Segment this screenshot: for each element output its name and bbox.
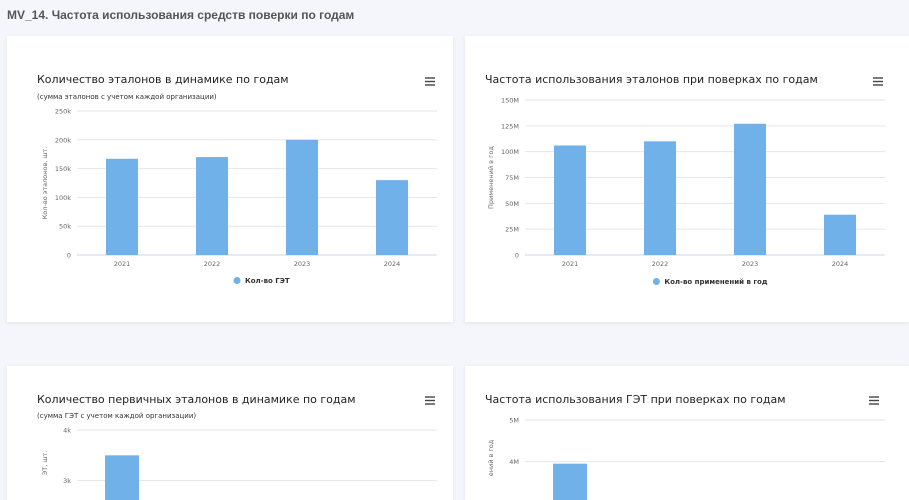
x-tick-label: 2024 [832, 260, 849, 268]
legend-item[interactable]: Кол-во ГЭТ [233, 277, 290, 285]
chart-subtitle-3: (сумма ГЭТ с учетом каждой организации) [37, 412, 196, 420]
bar-2021[interactable] [554, 145, 586, 255]
chart-svg-1: Количество эталонов в динамике по годам (… [37, 73, 437, 285]
bar-2023[interactable] [286, 139, 318, 255]
y-tick-label: 50M [505, 200, 519, 208]
bar-2021[interactable] [106, 158, 138, 255]
y-tick-label: 100M [501, 148, 519, 156]
chart-title-3: Количество первичных эталонов в динамике… [37, 393, 356, 406]
y-tick-label: 0 [515, 252, 519, 260]
legend-item[interactable]: Кол-во применений в год [652, 278, 768, 286]
y-tick-label: 25M [505, 226, 519, 234]
chart-panel-2: Частота использования эталонов при повер… [465, 36, 909, 322]
y-tick-label: 150k [55, 165, 71, 173]
y-tick-label: 250k [55, 108, 71, 116]
legend-label: Кол-во ГЭТ [245, 277, 290, 285]
chart-svg-4: Частота использования ГЭТ при поверках п… [485, 393, 885, 500]
y-tick-label: 0 [67, 252, 71, 260]
x-tick-label: 2023 [294, 260, 311, 268]
y-tick-label: 50k [59, 223, 71, 231]
x-tick-label: 2021 [114, 260, 131, 268]
legend-marker [652, 278, 660, 285]
x-tick-label: 2021 [562, 260, 579, 268]
y-tick-label: 75M [505, 174, 519, 182]
bar-2021[interactable] [553, 463, 587, 500]
y-tick-label: 100k [55, 194, 71, 202]
x-tick-label: 2023 [742, 260, 759, 268]
y-tick-label: 125M [501, 122, 519, 130]
chart-svg-3: Количество первичных эталонов в динамике… [37, 393, 437, 500]
chart-subtitle-1: (сумма эталонов с учетом каждой организа… [37, 93, 217, 101]
chart-panel-1: Количество эталонов в динамике по годам (… [7, 36, 453, 322]
legend-marker [233, 277, 241, 284]
chart-title-4: Частота использования ГЭТ при поверках п… [485, 393, 786, 406]
hamburger-menu-icon[interactable] [873, 77, 883, 86]
y-axis-label-1: Кол-во эталонов, шт. [41, 147, 49, 219]
y-tick-label: 4M [509, 458, 519, 466]
bar-2022[interactable] [196, 157, 228, 255]
y-tick-label: 200k [55, 136, 71, 144]
chart-title-2: Частота использования эталонов при повер… [485, 73, 818, 86]
bar-2021[interactable] [105, 455, 139, 500]
chart-panel-4: Частота использования ГЭТ при поверках п… [465, 366, 909, 500]
hamburger-menu-icon[interactable] [869, 396, 879, 405]
hamburger-menu-icon[interactable] [425, 77, 435, 86]
y-tick-label: 3k [63, 477, 71, 485]
chart-svg-2: Частота использования эталонов при повер… [485, 73, 885, 286]
bar-2022[interactable] [644, 141, 676, 255]
y-axis-label-2: Применений в год [487, 146, 495, 209]
y-tick-label: 5M [509, 417, 519, 425]
chart-title-1: Количество эталонов в динамике по годам [37, 73, 289, 86]
chart-panel-3: Количество первичных эталонов в динамике… [7, 366, 453, 500]
page-title: MV_14. Частота использования средств пов… [7, 8, 355, 22]
y-axis-label-3: ЭТ, шт. [41, 451, 49, 475]
y-tick-label: 150M [501, 97, 519, 105]
bar-2024[interactable] [376, 180, 408, 255]
x-tick-label: 2024 [384, 260, 401, 268]
y-tick-label: 4k [63, 427, 71, 435]
hamburger-menu-icon[interactable] [425, 396, 435, 405]
legend-label: Кол-во применений в год [664, 278, 767, 286]
x-tick-label: 2022 [204, 260, 221, 268]
bar-2024[interactable] [824, 214, 856, 255]
y-axis-label-4: ений в год [487, 439, 495, 476]
bar-2023[interactable] [734, 123, 766, 256]
x-tick-label: 2022 [652, 260, 669, 268]
